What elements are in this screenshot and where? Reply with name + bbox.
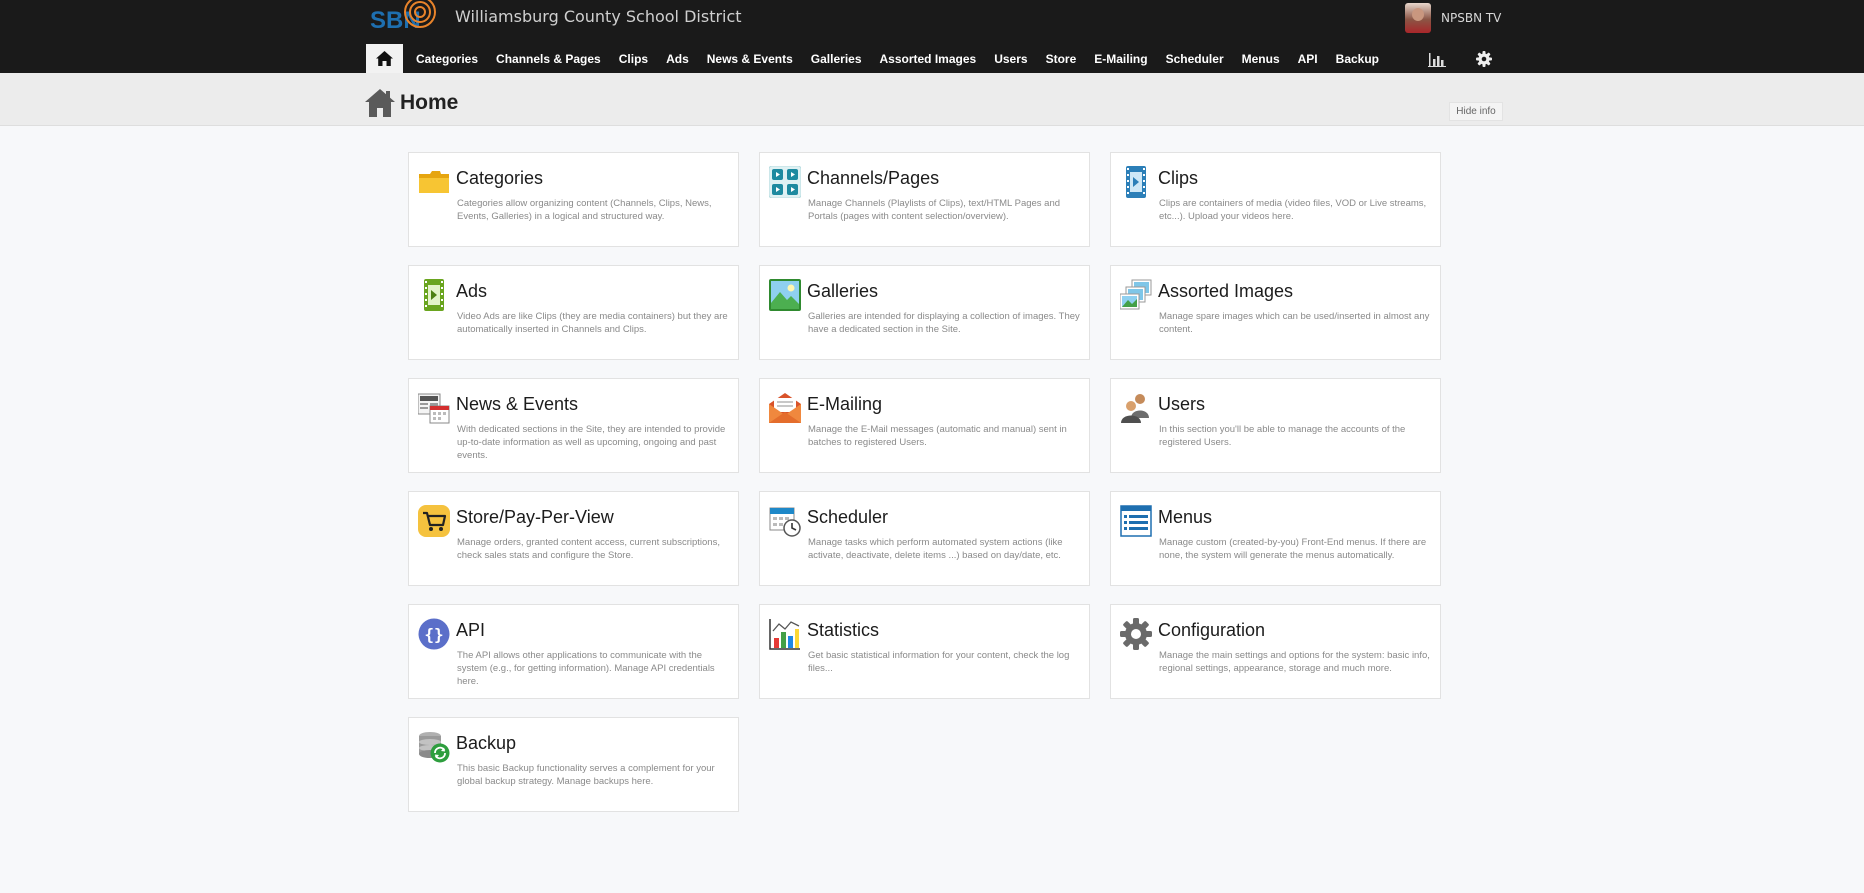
card-description: Categories allow organizing content (Cha… bbox=[457, 198, 712, 222]
card-title: Store/Pay-Per-View bbox=[456, 507, 614, 527]
card-title: Channels/Pages bbox=[807, 168, 940, 188]
nav-item-api[interactable]: API bbox=[1289, 44, 1327, 73]
hide-info-button[interactable]: Hide info bbox=[1449, 102, 1503, 121]
nav-item-menus[interactable]: Menus bbox=[1233, 44, 1289, 73]
card-description: With dedicated sections in the Site, the… bbox=[457, 424, 726, 461]
card-api[interactable]: {} API The API allows other applications… bbox=[408, 604, 739, 699]
database-backup-icon bbox=[419, 732, 450, 763]
card-title: Users bbox=[1158, 394, 1206, 414]
user-name[interactable]: NPSBN TV bbox=[1441, 11, 1501, 25]
card-title: News & Events bbox=[456, 394, 579, 414]
chart-icon bbox=[769, 619, 800, 650]
cart-icon bbox=[418, 505, 450, 537]
nav-item-users[interactable]: Users bbox=[985, 44, 1036, 73]
card-description: Manage custom (created-by-you) Front-End… bbox=[1159, 537, 1427, 561]
nav-home[interactable] bbox=[366, 44, 403, 73]
ad-video-icon bbox=[424, 279, 444, 311]
card-title: Clips bbox=[1158, 168, 1199, 188]
card-channels-pages[interactable]: Channels/Pages Manage Channels (Playlist… bbox=[759, 152, 1090, 247]
avatar[interactable] bbox=[1405, 3, 1431, 33]
gear-icon bbox=[1476, 50, 1492, 67]
site-title: Williamsburg County School District bbox=[455, 7, 742, 26]
user-menu[interactable]: NPSBN TV bbox=[1405, 2, 1501, 34]
nav-item-ads[interactable]: Ads bbox=[657, 44, 698, 73]
main-nav: Categories Channels & Pages Clips Ads Ne… bbox=[366, 44, 1388, 73]
news-icon bbox=[418, 393, 450, 424]
card-title: Menus bbox=[1158, 507, 1213, 527]
card-description: This basic Backup functionality serves a… bbox=[457, 763, 715, 787]
menu-list-icon bbox=[1120, 505, 1152, 537]
page-title-block: Home bbox=[364, 88, 458, 118]
card-galleries[interactable]: Galleries Galleries are intended for dis… bbox=[759, 265, 1090, 360]
statistics-icon bbox=[1428, 52, 1446, 67]
card-title: Categories bbox=[456, 168, 544, 188]
braces-icon: {} bbox=[418, 618, 450, 650]
card-users[interactable]: Users In this section you'll be able to … bbox=[1110, 378, 1441, 473]
nav-item-galleries[interactable]: Galleries bbox=[802, 44, 871, 73]
card-e-mailing[interactable]: E-Mailing Manage the E-Mail messages (au… bbox=[759, 378, 1090, 473]
nav-item-scheduler[interactable]: Scheduler bbox=[1157, 44, 1233, 73]
nav-item-categories[interactable]: Categories bbox=[407, 44, 487, 73]
card-description: Video Ads are like Clips (they are media… bbox=[457, 311, 728, 335]
nav-item-news-events[interactable]: News & Events bbox=[698, 44, 802, 73]
card-description: Manage the main settings and options for… bbox=[1159, 650, 1430, 674]
card-assorted-images[interactable]: Assorted Images Manage spare images whic… bbox=[1110, 265, 1441, 360]
card-news-events[interactable]: News & Events With dedicated sections in… bbox=[408, 378, 739, 473]
card-title: Galleries bbox=[807, 281, 879, 301]
channels-icon bbox=[769, 166, 801, 198]
card-clips[interactable]: Clips Clips are containers of media (vid… bbox=[1110, 152, 1441, 247]
card-menus[interactable]: Menus Manage custom (created-by-you) Fro… bbox=[1110, 491, 1441, 586]
card-title: Ads bbox=[456, 281, 488, 301]
sbn-logo[interactable]: SBN bbox=[368, 0, 440, 36]
calendar-clock-icon bbox=[769, 507, 801, 537]
card-description: Manage spare images which can be used/in… bbox=[1159, 311, 1430, 335]
card-store-pay-per-view[interactable]: Store/Pay-Per-View Manage orders, grante… bbox=[408, 491, 739, 586]
card-description: Manage tasks which perform automated sys… bbox=[808, 537, 1063, 561]
card-description: In this section you'll be able to manage… bbox=[1159, 424, 1406, 448]
card-title: Backup bbox=[456, 733, 517, 753]
home-icon bbox=[365, 89, 395, 117]
page-title: Home bbox=[400, 91, 459, 114]
film-icon bbox=[1126, 166, 1146, 198]
landscape-icon bbox=[769, 279, 801, 311]
card-scheduler[interactable]: Scheduler Manage tasks which perform aut… bbox=[759, 491, 1090, 586]
svg-text:{}: {} bbox=[424, 625, 443, 644]
home-icon bbox=[376, 51, 393, 66]
card-statistics[interactable]: Statistics Get basic statistical informa… bbox=[759, 604, 1090, 699]
cog-icon bbox=[1120, 618, 1152, 650]
nav-item-e-mailing[interactable]: E-Mailing bbox=[1085, 44, 1156, 73]
nav-settings[interactable] bbox=[1476, 44, 1492, 73]
nav-statistics[interactable] bbox=[1428, 44, 1446, 73]
card-ads[interactable]: Ads Video Ads are like Clips (they are m… bbox=[408, 265, 739, 360]
card-description: Manage orders, granted content access, c… bbox=[457, 537, 720, 561]
module-grid: Categories Categories allow organizing c… bbox=[408, 152, 1441, 812]
card-description: The API allows other applications to com… bbox=[457, 650, 715, 687]
card-description: Clips are containers of media (video fil… bbox=[1159, 198, 1427, 222]
card-title: Scheduler bbox=[807, 507, 889, 527]
card-title: Configuration bbox=[1158, 620, 1266, 640]
card-title: API bbox=[456, 620, 486, 640]
card-configuration[interactable]: Configuration Manage the main settings a… bbox=[1110, 604, 1441, 699]
card-title: Statistics bbox=[807, 620, 880, 640]
nav-item-channels-pages[interactable]: Channels & Pages bbox=[487, 44, 610, 73]
card-description: Get basic statistical information for yo… bbox=[808, 650, 1070, 674]
folder-icon bbox=[419, 171, 449, 193]
card-title: Assorted Images bbox=[1158, 281, 1294, 301]
card-description: Manage the E-Mail messages (automatic an… bbox=[808, 424, 1067, 448]
card-categories[interactable]: Categories Categories allow organizing c… bbox=[408, 152, 739, 247]
nav-item-store[interactable]: Store bbox=[1037, 44, 1086, 73]
nav-item-backup[interactable]: Backup bbox=[1327, 44, 1388, 73]
card-backup[interactable]: Backup This basic Backup functionality s… bbox=[408, 717, 739, 812]
page-header bbox=[0, 73, 1864, 126]
card-description: Galleries are intended for displaying a … bbox=[808, 311, 1080, 335]
users-icon bbox=[1121, 394, 1149, 423]
envelope-icon bbox=[769, 393, 801, 423]
card-title: E-Mailing bbox=[807, 394, 883, 414]
nav-item-assorted-images[interactable]: Assorted Images bbox=[871, 44, 986, 73]
images-icon bbox=[1120, 279, 1152, 310]
nav-item-clips[interactable]: Clips bbox=[610, 44, 657, 73]
card-description: Manage Channels (Playlists of Clips), te… bbox=[808, 198, 1061, 222]
